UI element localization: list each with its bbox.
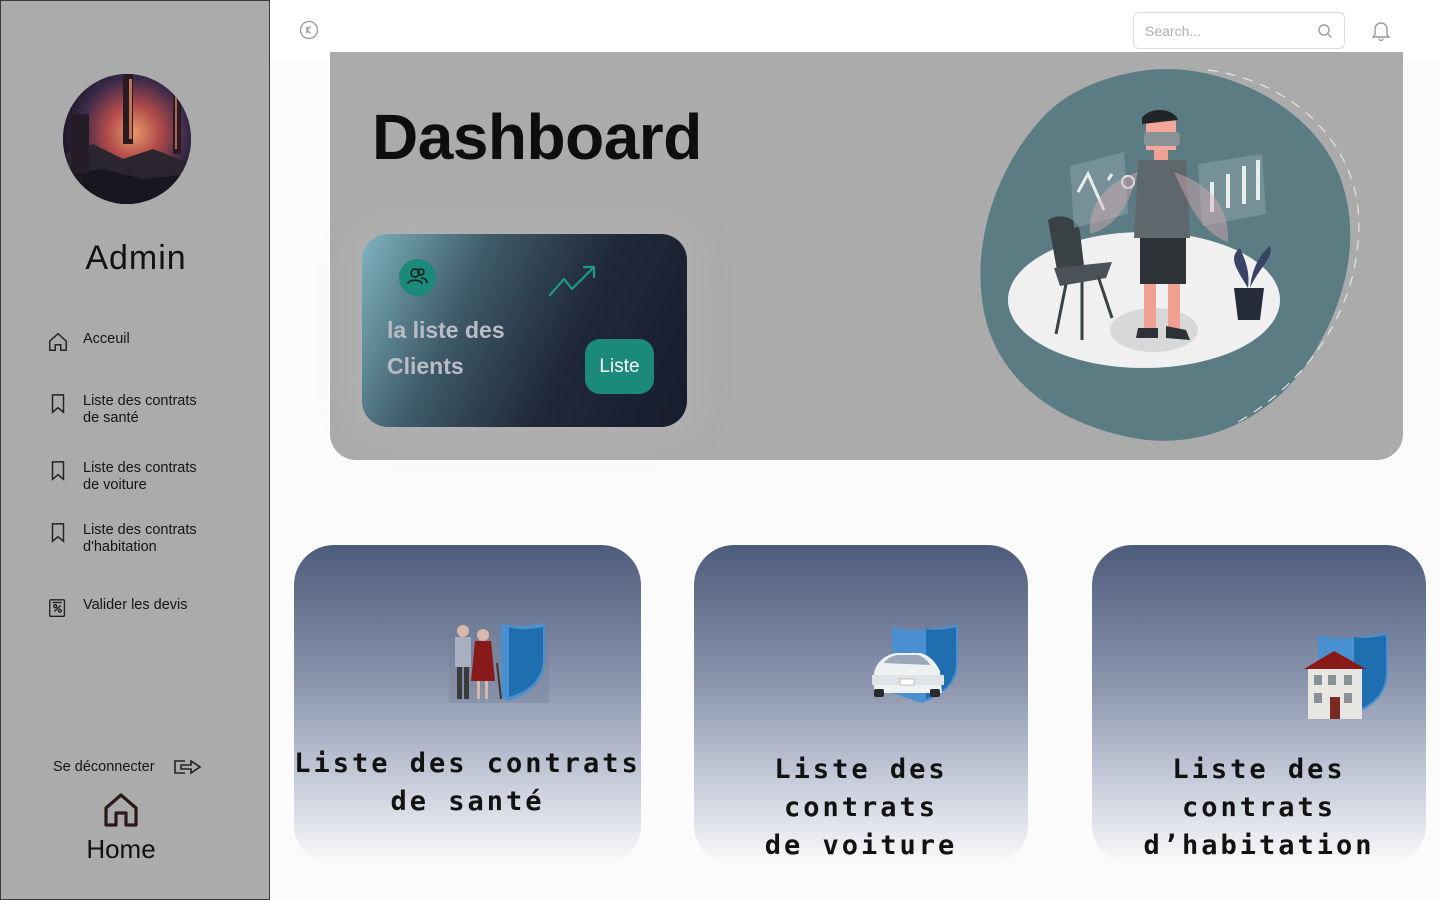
home-icon [49, 332, 67, 351]
bell-icon[interactable] [1370, 19, 1392, 41]
house-shield-icon [1304, 633, 1388, 719]
vr-analytics-illustration [980, 68, 1360, 441]
sidebar-item-label: Acceuil [83, 331, 130, 347]
logout-arrow-icon [173, 759, 202, 775]
dashboard-hero: Dashboard la liste des Clients Liste [330, 52, 1403, 460]
sidebar: Admin Acceuil Liste des contrats de sant… [0, 0, 270, 900]
search-box[interactable] [1133, 12, 1345, 49]
sidebar-item-label: Liste des contrats d'habitation [83, 522, 197, 555]
elderly-couple-shield-icon [449, 619, 549, 703]
sidebar-item-valider-devis[interactable]: Valider les devis [47, 597, 257, 619]
card-contrats-voiture[interactable]: Liste des contrats de voiture [694, 545, 1028, 865]
client-list-card[interactable]: la liste des Clients Liste [362, 234, 687, 427]
card-label: Liste des contrats d’habitation [1143, 754, 1375, 861]
percent-receipt-icon [49, 599, 66, 617]
page-title: Dashboard [372, 101, 702, 173]
avatar [63, 74, 191, 204]
card-label: Liste des contrats de santé [294, 748, 641, 817]
home-button[interactable]: Home [71, 791, 171, 865]
logout-label: Se déconnecter [53, 759, 155, 775]
car-shield-icon [872, 625, 958, 703]
home-icon [104, 793, 138, 827]
app-root: Admin Acceuil Liste des contrats de sant… [0, 0, 1440, 900]
sidebar-item-contrats-sante[interactable]: Liste des contrats de santé [47, 393, 257, 427]
bookmark-icon [51, 461, 65, 481]
liste-button[interactable]: Liste [585, 339, 654, 394]
card-contrats-habitation[interactable]: Liste des contrats d’habitation [1092, 545, 1426, 865]
sidebar-item-label: Liste des contrats de santé [83, 393, 197, 426]
sidebar-item-label: Valider les devis [83, 597, 188, 613]
logout-button[interactable]: Se déconnecter [53, 757, 203, 777]
users-icon [399, 259, 436, 296]
home-label: Home [86, 834, 156, 864]
search-input[interactable] [1145, 21, 1310, 41]
sidebar-item-acceuil[interactable]: Acceuil [47, 331, 257, 353]
admin-name: Admin [85, 239, 187, 277]
collapse-sidebar-icon[interactable] [299, 20, 319, 40]
trend-up-icon [548, 265, 596, 297]
topbar [270, 0, 1440, 60]
card-label: Liste des contrats de voiture [764, 754, 958, 861]
sidebar-item-contrats-habitation[interactable]: Liste des contrats d'habitation [47, 522, 257, 556]
bookmark-icon [51, 523, 65, 543]
bookmark-icon [51, 394, 65, 414]
card-contrats-sante[interactable]: Liste des contrats de santé [294, 545, 641, 865]
client-card-title: la liste des Clients [387, 317, 505, 379]
sidebar-item-label: Liste des contrats de voiture [83, 460, 197, 493]
sidebar-item-contrats-voiture[interactable]: Liste des contrats de voiture [47, 460, 257, 494]
search-icon[interactable] [1317, 23, 1333, 39]
